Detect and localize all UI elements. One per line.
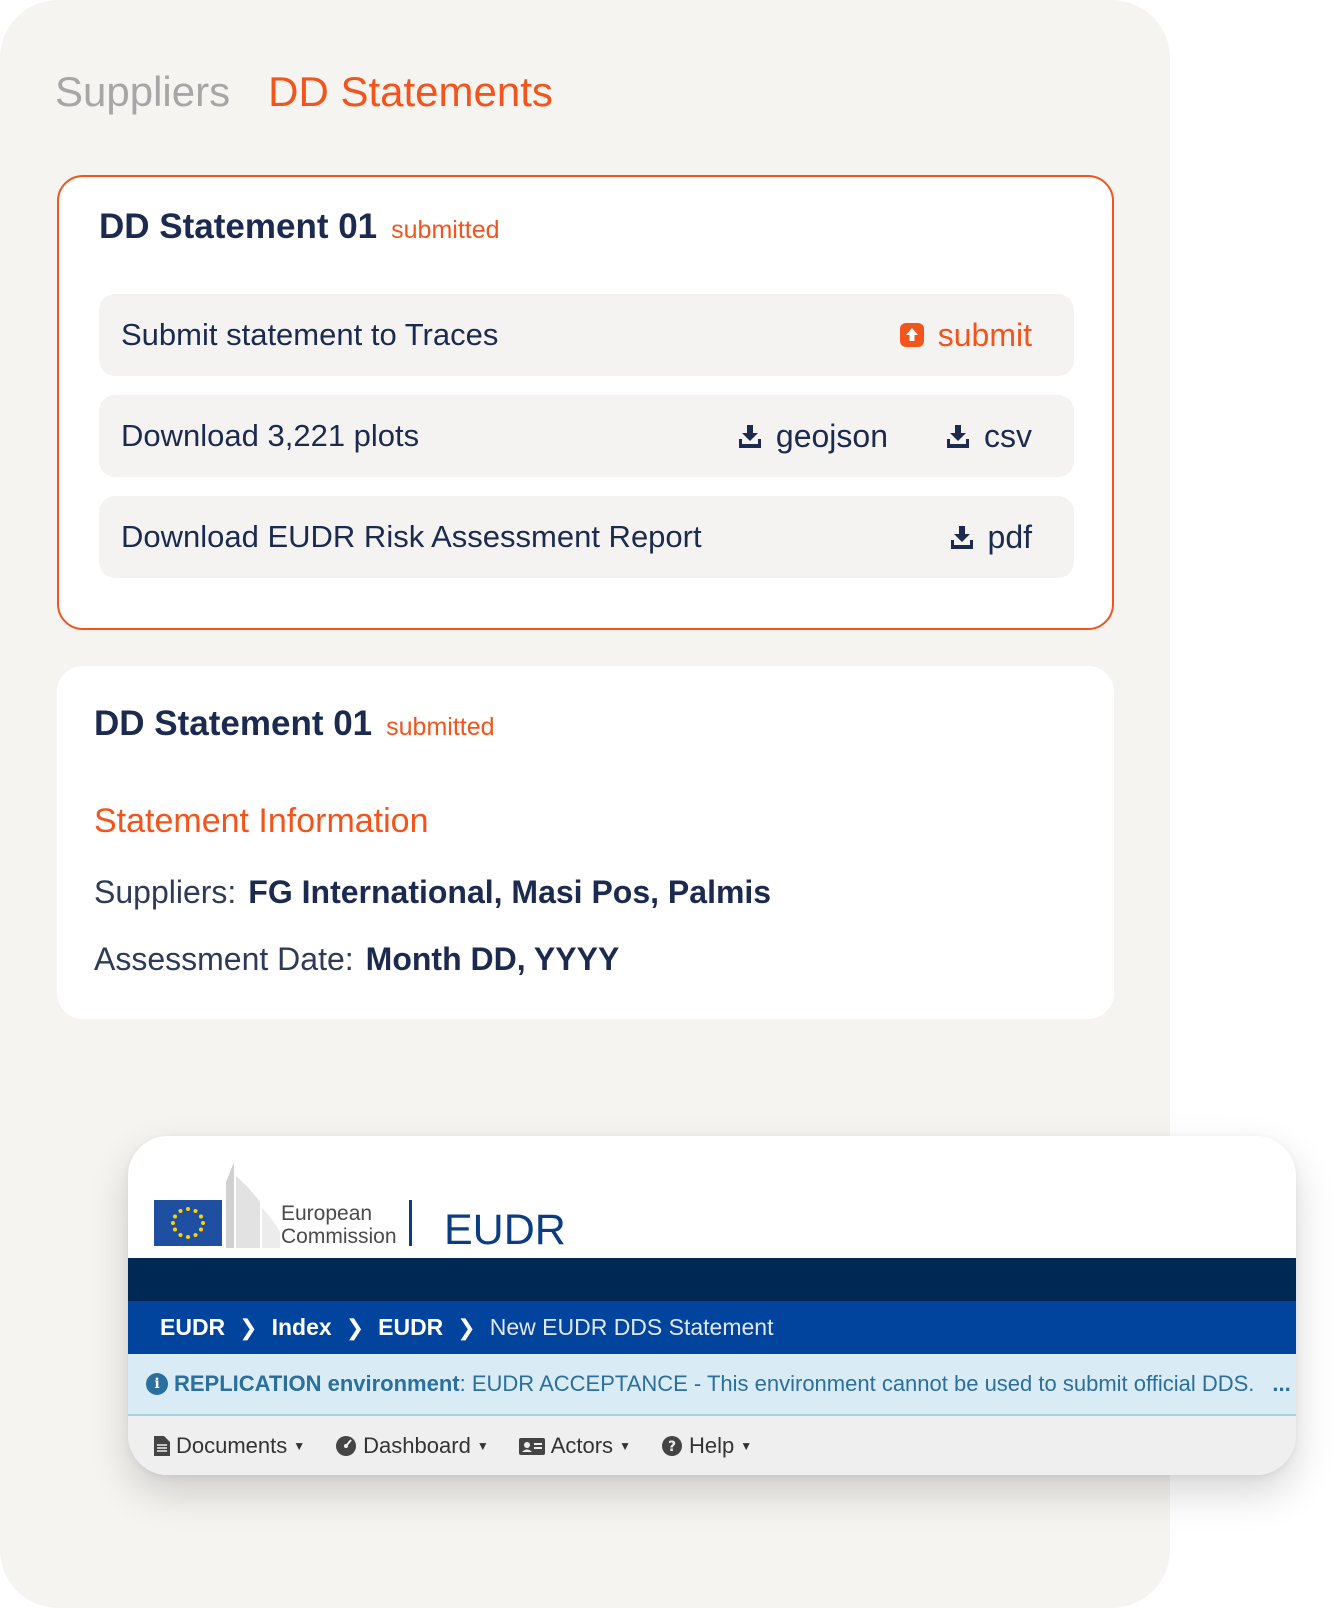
environment-notice: i REPLICATION environment : EUDR ACCEPTA… — [128, 1354, 1296, 1416]
section-title: Statement Information — [94, 802, 429, 840]
chevron-right-icon: ❯ — [457, 1314, 476, 1340]
statement-info-card: DD Statement 01 submitted Statement Info… — [57, 666, 1114, 1019]
breadcrumb-current: New EUDR DDS Statement — [489, 1314, 774, 1340]
document-icon — [154, 1435, 170, 1456]
dd-statement-actions-card: DD Statement 01 submitted Submit stateme… — [57, 175, 1114, 630]
submit-row: Submit statement to Traces submit — [99, 294, 1074, 376]
id-card-icon — [518, 1437, 545, 1455]
card-header: DD Statement 01 submitted — [99, 207, 500, 247]
assessment-date-label: Assessment Date: — [94, 941, 354, 977]
commission-name: European Commission — [281, 1202, 397, 1248]
suppliers-line: Suppliers: FG International, Masi Pos, P… — [94, 874, 771, 911]
download-icon — [947, 425, 969, 448]
tab-suppliers[interactable]: Suppliers — [55, 64, 230, 120]
download-icon — [950, 526, 973, 549]
submit-label: submit — [937, 316, 1032, 353]
org-line-2: Commission — [281, 1225, 397, 1248]
menu-help-label: Help — [688, 1432, 735, 1458]
menu-actors-label: Actors — [550, 1432, 614, 1458]
org-line-1: European — [281, 1202, 373, 1225]
row-label: Download EUDR Risk Assessment Report — [121, 519, 702, 554]
eu-flag-icon — [154, 1200, 222, 1246]
geojson-label: geojson — [775, 417, 888, 454]
status-badge: submitted — [391, 216, 500, 244]
notice-text: : EUDR ACCEPTANCE - This environment can… — [459, 1371, 1255, 1396]
caret-down-icon: ▼ — [740, 1438, 753, 1453]
download-csv-button[interactable]: csv — [946, 418, 1032, 455]
statement-title: DD Statement 01 — [94, 704, 373, 743]
download-geojson-button[interactable]: geojson — [738, 418, 888, 455]
header-divider — [409, 1200, 412, 1246]
dashboard-icon — [336, 1435, 357, 1456]
card-header: DD Statement 01 submitted — [94, 704, 495, 744]
tab-dd-statements[interactable]: DD Statements — [268, 64, 553, 120]
breadcrumb-index[interactable]: Index — [272, 1314, 332, 1341]
download-report-row: Download EUDR Risk Assessment Report pdf — [99, 496, 1074, 578]
tab-bar: Suppliers DD Statements — [55, 64, 553, 120]
caret-down-icon: ▼ — [619, 1438, 631, 1453]
upload-icon — [899, 323, 924, 347]
chevron-right-icon: ❯ — [239, 1314, 258, 1340]
statement-title: DD Statement 01 — [99, 207, 378, 246]
notice-title: REPLICATION environment — [174, 1371, 460, 1396]
row-label: Submit statement to Traces — [121, 317, 499, 352]
menu-actors[interactable]: Actors ▼ — [518, 1432, 631, 1459]
eudr-portal-window: European Commission EUDR EUDR ❯ Index ❯ … — [128, 1136, 1296, 1475]
download-plots-row: Download 3,221 plots geojson csv — [99, 395, 1074, 477]
menu-documents[interactable]: Documents ▼ — [154, 1433, 305, 1459]
status-badge: submitted — [386, 713, 495, 741]
pdf-label: pdf — [987, 518, 1032, 555]
suppliers-label: Suppliers: — [94, 874, 237, 910]
csv-label: csv — [984, 417, 1032, 454]
caret-down-icon: ▼ — [293, 1438, 306, 1453]
eu-header: European Commission EUDR — [128, 1136, 1296, 1258]
download-icon — [738, 425, 761, 448]
assessment-date-line: Assessment Date: Month DD, YYYY — [94, 941, 619, 978]
top-nav-bar — [128, 1258, 1296, 1301]
menu-dashboard-label: Dashboard — [363, 1432, 471, 1458]
breadcrumb-eudr-2[interactable]: EUDR — [378, 1314, 443, 1341]
breadcrumb: EUDR ❯ Index ❯ EUDR ❯ New EUDR DDS State… — [128, 1301, 1296, 1354]
chevron-right-icon: ❯ — [345, 1314, 365, 1340]
row-label: Download 3,221 plots — [121, 418, 420, 453]
menu-dashboard[interactable]: Dashboard ▼ — [335, 1433, 489, 1459]
submit-button[interactable]: submit — [899, 316, 1032, 354]
suppliers-value: FG International, Masi Pos, Palmis — [248, 874, 772, 910]
menu-help[interactable]: ? Help ▼ — [661, 1433, 752, 1459]
menu-documents-label: Documents — [176, 1432, 288, 1458]
caret-down-icon: ▼ — [476, 1438, 489, 1453]
info-icon: i — [146, 1373, 168, 1395]
svg-text:?: ? — [668, 1439, 676, 1455]
breadcrumb-eudr[interactable]: EUDR — [160, 1314, 225, 1341]
notice-more-button[interactable]: ... — [1272, 1371, 1290, 1397]
help-icon: ? — [661, 1435, 682, 1456]
app-title: EUDR — [444, 1206, 566, 1254]
download-pdf-button[interactable]: pdf — [950, 519, 1032, 556]
commission-building-logo — [226, 1162, 280, 1248]
main-menu: Documents ▼ Dashboard ▼ Actors ▼ ? Help … — [128, 1416, 1296, 1475]
assessment-date-value: Month DD, YYYY — [365, 941, 620, 977]
